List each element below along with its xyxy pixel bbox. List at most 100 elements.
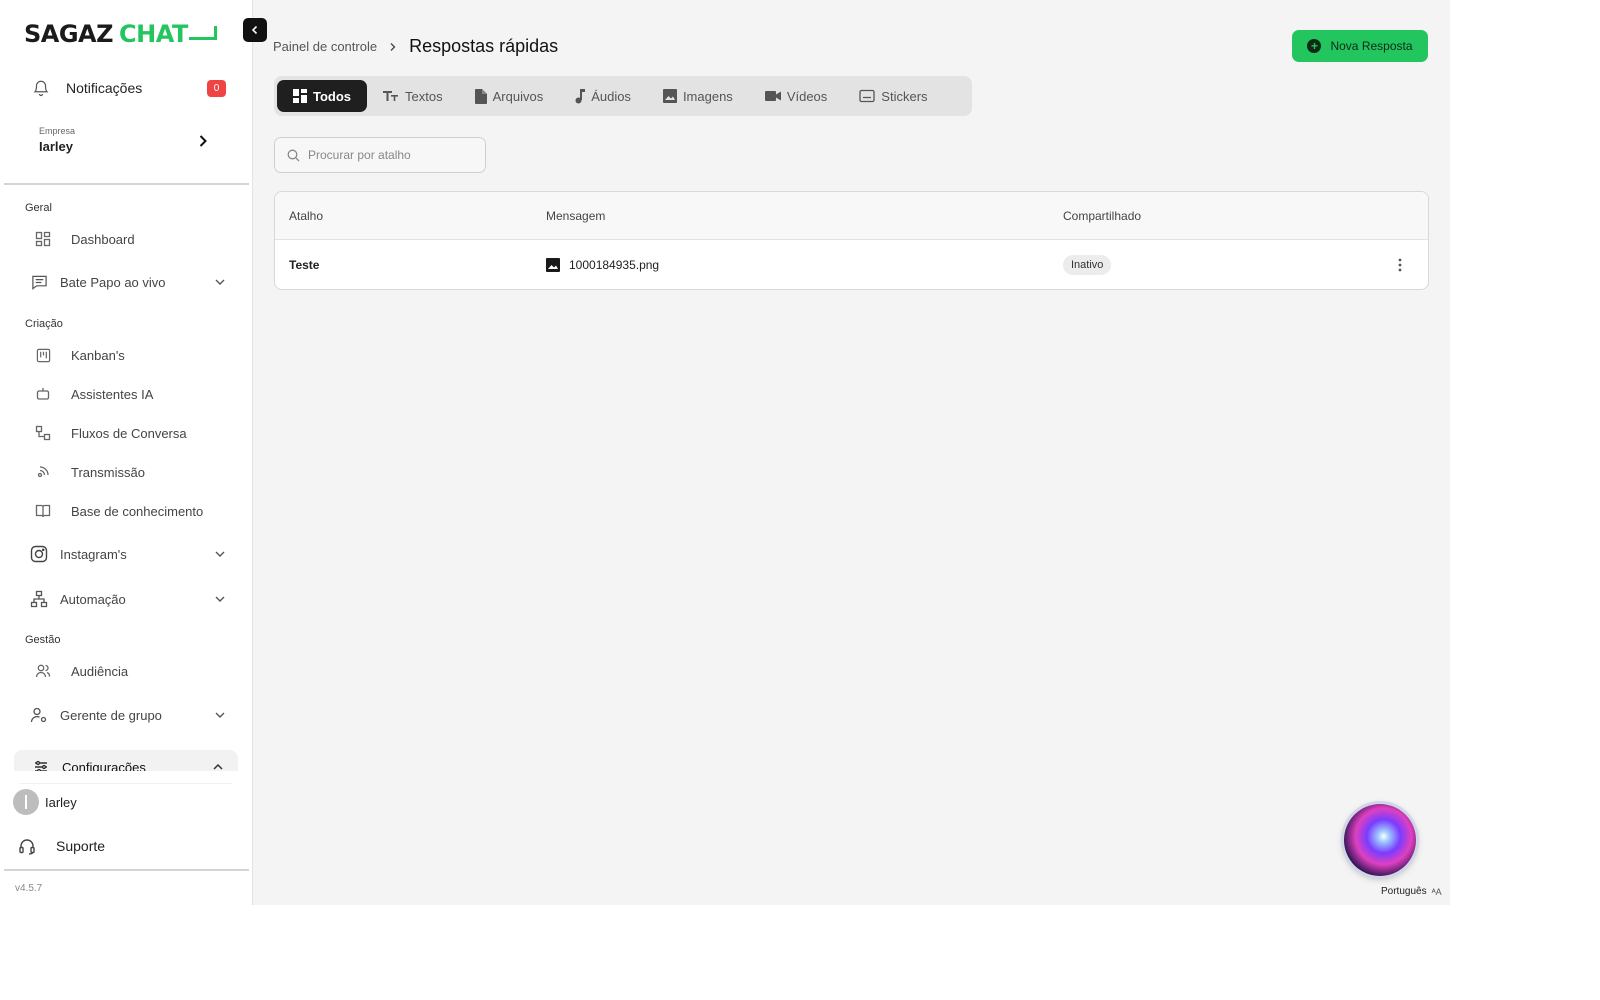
sidebar-item-label: Automação bbox=[60, 591, 126, 607]
company-name: Iarley bbox=[39, 139, 73, 154]
more-vertical-icon[interactable] bbox=[1398, 258, 1402, 272]
language-selector[interactable]: Português ᴬA bbox=[1381, 886, 1442, 897]
status-badge: Inativo bbox=[1063, 255, 1112, 275]
sidebar-item-automacao[interactable]: Automação bbox=[30, 586, 226, 612]
app-root: SAGAZ CHAT Notificações 0 Empresa Iarley… bbox=[0, 0, 1450, 905]
sidebar: SAGAZ CHAT Notificações 0 Empresa Iarley… bbox=[0, 0, 267, 905]
chevron-left-icon bbox=[251, 25, 258, 35]
tab-label: Áudios bbox=[591, 88, 631, 104]
avatar bbox=[13, 789, 39, 815]
brand-word-chat-text: CHAT bbox=[119, 20, 188, 48]
sidebar-item-bate-papo[interactable]: Bate Papo ao vivo bbox=[30, 269, 226, 295]
breadcrumb: Painel de controle Respostas rápidas bbox=[273, 36, 558, 57]
column-header-atalho: Atalho bbox=[289, 208, 324, 223]
chevron-down-icon bbox=[215, 279, 225, 285]
sidebar-item-label: Instagram's bbox=[60, 546, 127, 562]
grid-icon bbox=[293, 89, 307, 103]
plus-circle-icon: + bbox=[1307, 39, 1322, 53]
sidebar-divider bbox=[4, 183, 249, 185]
support-link[interactable]: Suporte bbox=[18, 837, 105, 855]
breadcrumb-parent[interactable]: Painel de controle bbox=[273, 39, 377, 54]
broadcast-icon bbox=[34, 463, 52, 481]
tab-imagens[interactable]: Imagens bbox=[647, 80, 749, 112]
table-row[interactable]: Teste 1000184935.png Inativo bbox=[275, 240, 1428, 289]
sidebar-item-assistentes[interactable]: Assistentes IA bbox=[34, 381, 230, 407]
sidebar-item-dashboard[interactable]: Dashboard bbox=[34, 226, 230, 252]
chat-icon bbox=[30, 273, 48, 291]
responses-table: Atalho Mensagem Compartilhado Teste 1000… bbox=[274, 191, 1429, 290]
brand-logo[interactable]: SAGAZ CHAT bbox=[24, 20, 217, 48]
sidebar-item-label: Audiência bbox=[71, 663, 129, 679]
brand-word-sagaz: SAGAZ bbox=[24, 20, 114, 48]
chat-bubble-icon bbox=[188, 26, 217, 40]
sidebar-item-instagram[interactable]: Instagram's bbox=[30, 541, 226, 567]
bell-icon bbox=[33, 80, 49, 97]
sidebar-item-base[interactable]: Base de conhecimento bbox=[34, 498, 230, 524]
kanban-icon bbox=[34, 346, 52, 364]
attachment-filename: 1000184935.png bbox=[569, 258, 660, 272]
collapse-sidebar-button[interactable] bbox=[243, 18, 267, 42]
sidebar-item-label: Base de conhecimento bbox=[71, 503, 204, 519]
flow-icon bbox=[34, 424, 52, 442]
company-selector[interactable]: Empresa Iarley bbox=[39, 126, 209, 154]
company-caption: Empresa bbox=[39, 126, 76, 136]
sidebar-item-gerente[interactable]: Gerente de grupo bbox=[30, 702, 226, 728]
chevron-down-icon bbox=[215, 551, 225, 557]
column-header-compartilhado: Compartilhado bbox=[1063, 208, 1142, 223]
notifications-item[interactable]: Notificações 0 bbox=[32, 76, 226, 100]
search-input[interactable] bbox=[308, 148, 478, 162]
video-icon bbox=[764, 90, 781, 102]
main-content: Painel de controle Respostas rápidas + N… bbox=[253, 0, 1450, 905]
sidebar-item-label: Bate Papo ao vivo bbox=[60, 274, 166, 290]
text-icon bbox=[383, 89, 399, 103]
section-label-geral: Geral bbox=[25, 202, 52, 214]
tab-videos[interactable]: Vídeos bbox=[749, 80, 843, 112]
tab-stickers[interactable]: Stickers bbox=[843, 80, 943, 112]
ai-assistant-orb-button[interactable] bbox=[1344, 804, 1416, 876]
image-icon bbox=[662, 89, 677, 103]
sidebar-item-fluxos[interactable]: Fluxos de Conversa bbox=[34, 420, 230, 446]
instagram-icon bbox=[30, 545, 48, 563]
tab-todos[interactable]: Todos bbox=[277, 80, 368, 112]
file-icon bbox=[474, 88, 487, 104]
app-version: v4.5.7 bbox=[15, 883, 43, 894]
tab-label: Todos bbox=[313, 88, 352, 104]
user-profile[interactable]: Iarley bbox=[13, 789, 77, 815]
tab-textos[interactable]: Textos bbox=[367, 80, 459, 112]
hierarchy-icon bbox=[30, 590, 48, 608]
translate-icon: ᴬA bbox=[1431, 886, 1442, 897]
new-response-button[interactable]: + Nova Resposta bbox=[1292, 30, 1428, 62]
sidebar-divider-bottom bbox=[4, 869, 249, 871]
sidebar-item-label: Assistentes IA bbox=[71, 386, 154, 402]
music-note-icon bbox=[575, 88, 586, 104]
dashboard-icon bbox=[34, 230, 52, 248]
user-settings-icon bbox=[30, 706, 48, 724]
new-response-label: Nova Resposta bbox=[1330, 39, 1413, 53]
filter-tabs: Todos Textos Arquivos Áudios Imagens Víd… bbox=[274, 76, 972, 116]
tab-label: Arquivos bbox=[492, 88, 544, 104]
tab-arquivos[interactable]: Arquivos bbox=[459, 80, 560, 112]
sidebar-item-transmissao[interactable]: Transmissão bbox=[34, 459, 230, 485]
sidebar-item-audiencia[interactable]: Audiência bbox=[34, 658, 230, 684]
sidebar-item-label: Kanban's bbox=[71, 347, 125, 363]
users-icon bbox=[34, 662, 52, 680]
sidebar-item-label: Dashboard bbox=[71, 231, 135, 247]
sidebar-item-label: Fluxos de Conversa bbox=[71, 425, 187, 441]
search-icon bbox=[287, 149, 300, 161]
scroll-fade bbox=[0, 771, 250, 783]
tab-label: Imagens bbox=[682, 88, 733, 104]
chevron-down-icon bbox=[215, 596, 225, 602]
sidebar-item-kanban[interactable]: Kanban's bbox=[34, 342, 230, 368]
tab-label: Stickers bbox=[881, 88, 928, 104]
brand-word-chat: CHAT bbox=[119, 20, 217, 48]
sidebar-item-label: Transmissão bbox=[71, 464, 145, 480]
image-icon bbox=[546, 258, 560, 272]
tab-audios[interactable]: Áudios bbox=[559, 80, 647, 112]
search-box[interactable] bbox=[274, 137, 486, 173]
robot-icon bbox=[34, 385, 52, 403]
column-header-mensagem: Mensagem bbox=[546, 208, 606, 223]
cell-mensagem: 1000184935.png bbox=[546, 258, 659, 272]
chevron-right-icon bbox=[199, 135, 207, 147]
support-label: Suporte bbox=[56, 838, 106, 854]
sidebar-item-label: Gerente de grupo bbox=[60, 707, 162, 723]
